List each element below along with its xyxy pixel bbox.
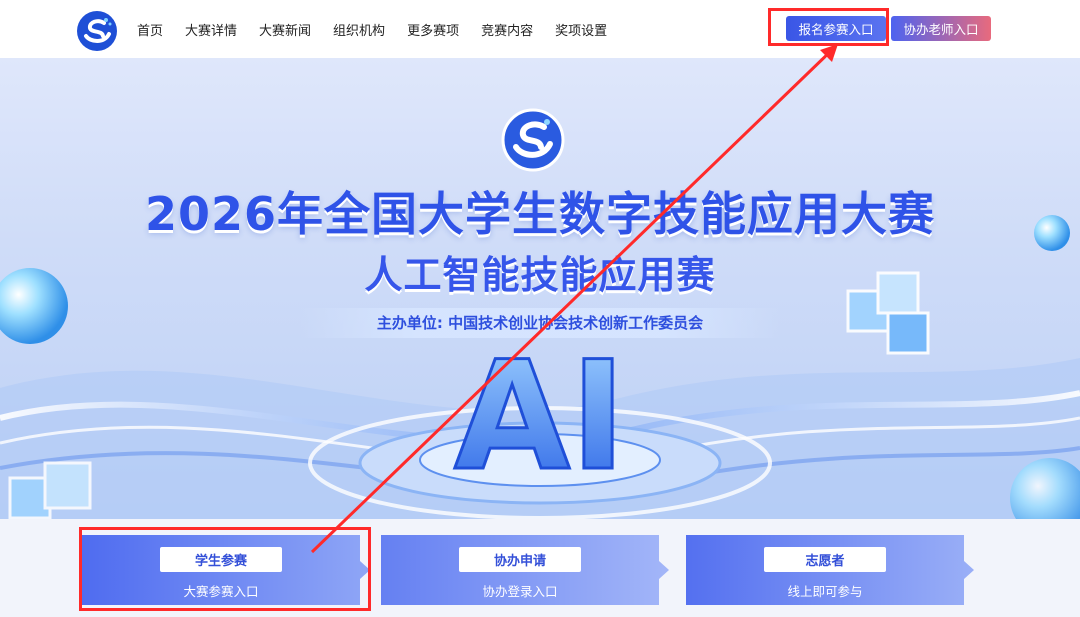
hero-logo-icon	[501, 108, 565, 172]
organizer-text: 主办单位: 中国技术创业协会技术创新工作委员会	[300, 308, 780, 338]
hero-title: 2026年全国大学生数字技能应用大赛	[144, 187, 936, 241]
hero-subtitle: 人工智能技能应用赛	[364, 253, 716, 297]
svg-text:AI: AI	[454, 330, 626, 504]
teacher-entry-button[interactable]: 协办老师入口	[891, 16, 991, 41]
nav-item-awards[interactable]: 奖项设置	[555, 20, 607, 39]
main-menu: 首页 大赛详情 大赛新闻 组织机构 更多赛项 竞赛内容 奖项设置	[137, 0, 629, 58]
volunteer-entry-subtext: 线上即可参与	[787, 584, 863, 599]
competition-logo-icon[interactable]	[76, 10, 118, 52]
register-button-highlight	[768, 8, 889, 46]
nav-item-more-events[interactable]: 更多赛项	[407, 20, 459, 39]
hero-banner: AI 2026年全国大学生数字技能应用大赛 人工智能技能应用赛 主办单位: 中国…	[0, 58, 1080, 519]
top-nav: 首页 大赛详情 大赛新闻 组织机构 更多赛项 竞赛内容 奖项设置 报名参赛入口 …	[0, 0, 1080, 59]
nav-item-organization[interactable]: 组织机构	[333, 20, 385, 39]
cohost-entry-label: 协办申请	[459, 547, 581, 572]
volunteer-entry-label: 志愿者	[764, 547, 886, 572]
student-card-highlight	[79, 527, 371, 611]
nav-item-news[interactable]: 大赛新闻	[259, 20, 311, 39]
nav-item-content[interactable]: 竞赛内容	[481, 20, 533, 39]
nav-item-home[interactable]: 首页	[137, 20, 163, 39]
volunteer-entry-card[interactable]: 志愿者 线上即可参与	[686, 535, 974, 605]
nav-item-details[interactable]: 大赛详情	[185, 20, 237, 39]
cohost-entry-subtext: 协办登录入口	[482, 584, 558, 599]
cohost-entry-card[interactable]: 协办申请 协办登录入口	[381, 535, 669, 605]
